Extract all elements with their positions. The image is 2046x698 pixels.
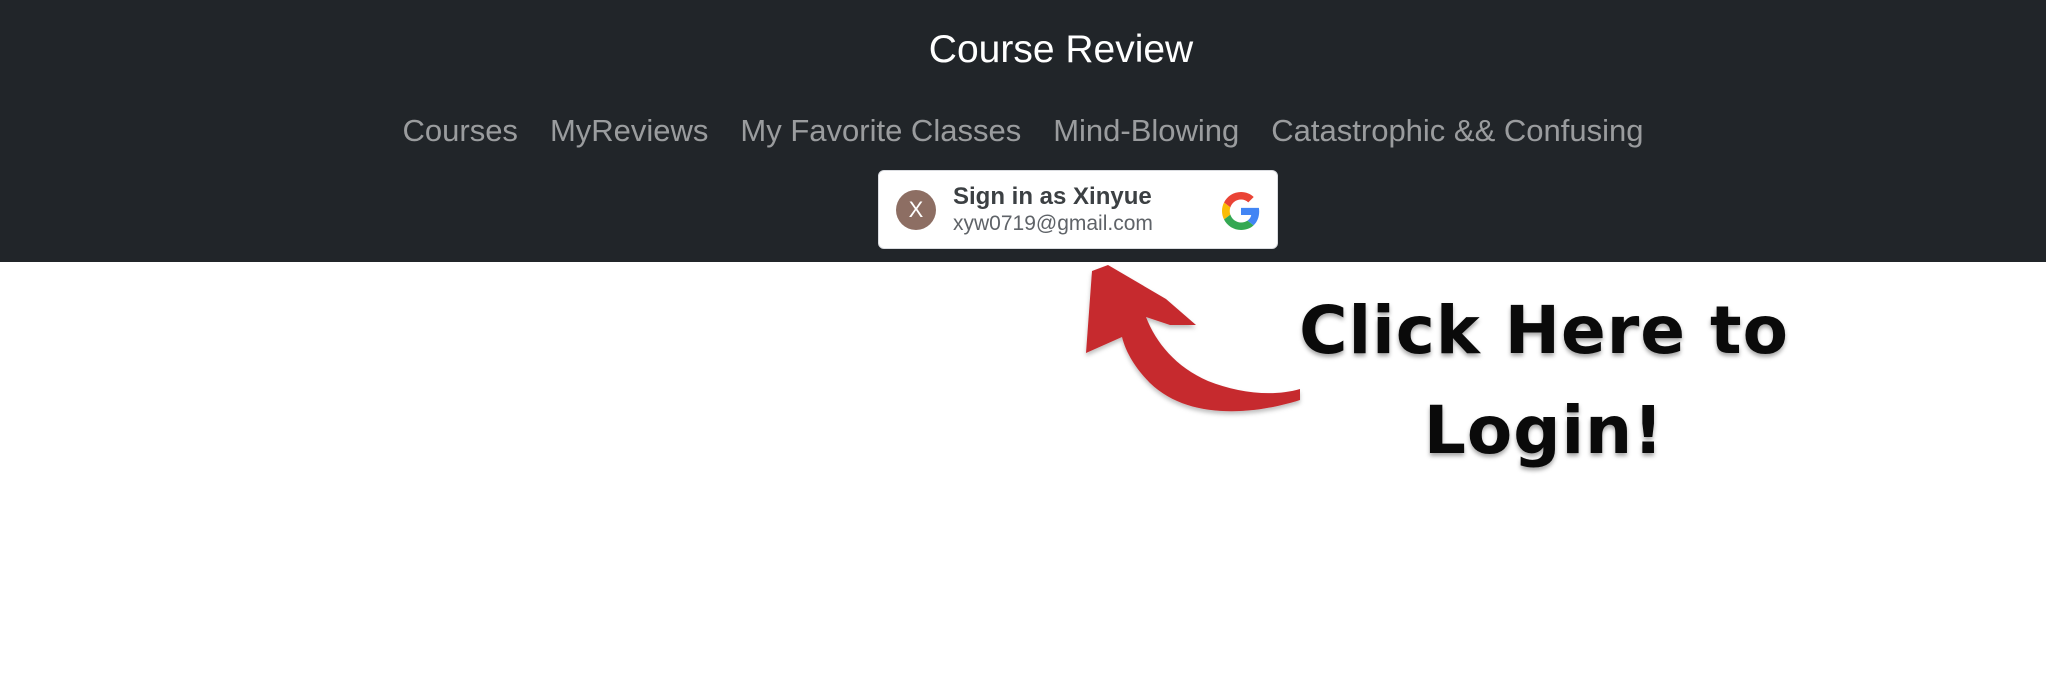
google-g-icon [1222, 192, 1260, 230]
nav-link-catastrophic-confusing[interactable]: Catastrophic && Confusing [1255, 113, 1659, 148]
navbar: Course Review Courses MyReviews My Favor… [0, 0, 2046, 262]
hint-text: Click Here to Login! [1284, 281, 1804, 481]
google-signin-button[interactable]: X Sign in as Xinyue xyw0719@gmail.com [878, 170, 1278, 249]
nav-link-mind-blowing[interactable]: Mind-Blowing [1037, 113, 1255, 148]
nav-links: Courses MyReviews My Favorite Classes Mi… [0, 106, 2046, 156]
avatar: X [896, 190, 936, 230]
hint-line-2: Login! [1423, 392, 1665, 469]
nav-link-courses[interactable]: Courses [387, 113, 534, 148]
navbar-brand[interactable]: Course Review [0, 22, 2046, 78]
hint-line-1: Click Here to [1299, 292, 1789, 369]
login-hint: Click Here to Login! [1078, 265, 1798, 485]
nav-link-my-favorite-classes[interactable]: My Favorite Classes [724, 113, 1037, 148]
arrow-shape [1086, 265, 1300, 412]
signin-title: Sign in as Xinyue [953, 183, 1152, 210]
nav-link-myreviews[interactable]: MyReviews [534, 113, 724, 148]
curved-arrow-icon [1086, 265, 1300, 412]
signin-email: xyw0719@gmail.com [953, 212, 1153, 235]
